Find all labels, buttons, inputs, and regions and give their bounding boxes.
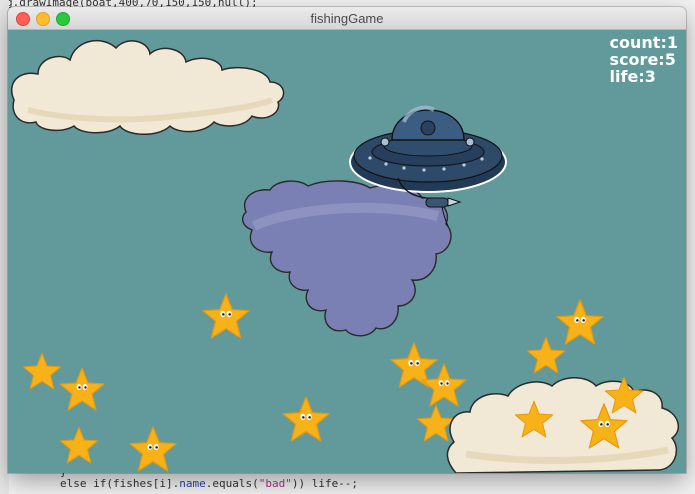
hud-score-value: 5 <box>664 50 676 69</box>
window-title: fishingGame <box>310 11 384 26</box>
background-code-bottom: else if(fishes[i].name.equals("bad")) li… <box>60 477 358 490</box>
hud-count: count: 1 <box>610 34 678 51</box>
star-fish[interactable] <box>22 352 62 390</box>
hud-count-label: count: <box>609 33 667 52</box>
hud-life: life: 3 <box>610 68 678 85</box>
code-segment: else if(fishes[i]. <box>60 477 180 490</box>
cloud-top-left <box>11 40 285 135</box>
code-string: "bad" <box>258 477 292 490</box>
hud-life-label: life: <box>609 67 645 86</box>
hud-panel: count: 1 score: 5 life: 3 <box>610 34 678 85</box>
star-fish[interactable] <box>282 396 330 442</box>
code-segment: .equals( <box>205 477 259 490</box>
hud-score: score: 5 <box>610 51 678 68</box>
code-segment: )) life--; <box>291 477 359 490</box>
star-fish[interactable] <box>421 363 467 407</box>
star-fish[interactable] <box>59 367 105 411</box>
game-canvas[interactable]: count: 1 score: 5 life: 3 <box>8 30 686 473</box>
hud-count-value: 1 <box>666 33 678 52</box>
star-fish[interactable] <box>129 426 177 472</box>
cloud-bottom-right <box>446 377 680 473</box>
code-field: name <box>179 477 206 490</box>
star-fish[interactable] <box>526 336 566 374</box>
window-titlebar[interactable]: fishingGame <box>8 7 686 30</box>
game-scene <box>11 40 680 473</box>
hud-life-value: 3 <box>644 67 656 86</box>
hud-score-label: score: <box>609 50 665 69</box>
star-fish[interactable] <box>556 299 604 345</box>
star-fish[interactable] <box>416 404 456 442</box>
star-fish[interactable] <box>59 426 99 464</box>
ufo-shadow-cloud <box>241 180 452 337</box>
star-fish[interactable] <box>202 293 250 339</box>
game-window: fishingGame count: 1 score: 5 life: 3 <box>8 7 686 473</box>
